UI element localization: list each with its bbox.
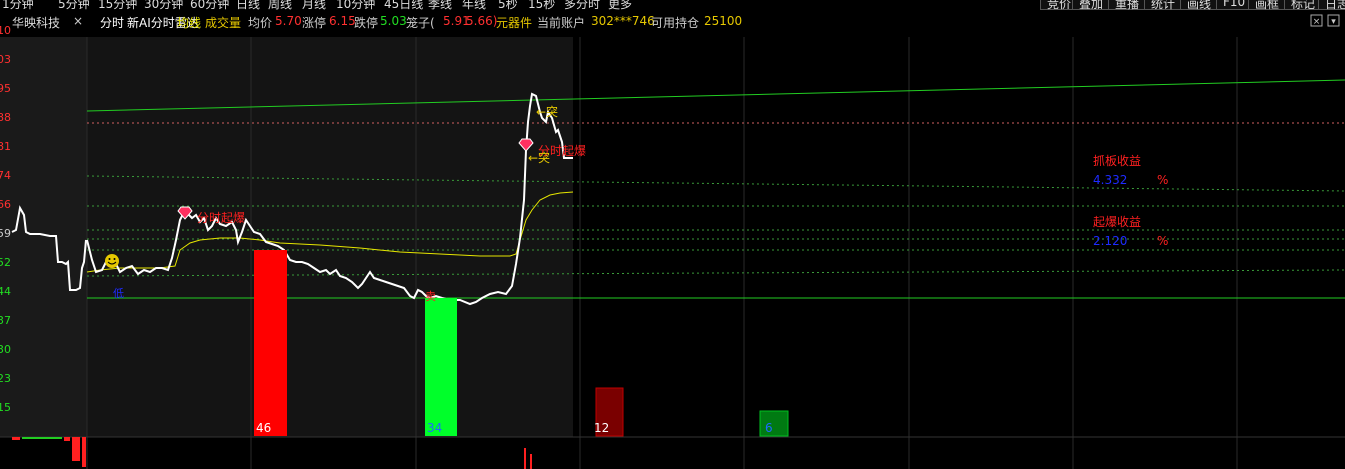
cage-high-value: 5.66) (466, 14, 498, 28)
volume-bar-1 (254, 250, 287, 436)
available-value: 25100 (704, 14, 743, 28)
axis-label: 44 (0, 285, 11, 298)
period-multi-day[interactable]: 多分时 (564, 0, 600, 10)
limit-down-value: 5.03 (380, 14, 407, 28)
left-price-axis: 10 03 95 88 81 74 66 59 52 44 37 30 23 1… (0, 0, 12, 469)
axis-label: 03 (0, 53, 11, 66)
limit-down-label: 跌停 (354, 16, 379, 30)
stats-button[interactable]: 统计 (1144, 0, 1183, 10)
period-60min[interactable]: 60分钟 (190, 0, 229, 10)
axis-label: 95 (0, 82, 11, 95)
stock-name: 华映科技 (12, 16, 61, 30)
axis-label: 10 (0, 24, 11, 37)
available-label: 可用持仓 (651, 16, 700, 30)
sector-label[interactable]: 元器件 (496, 14, 532, 31)
avg-price-label: 均价 (248, 16, 273, 30)
account-label: 当前账户 (537, 16, 586, 30)
close-stock-icon[interactable]: × (73, 14, 83, 28)
axis-label: 88 (0, 111, 11, 124)
chart-header: 华映科技 × 分时 新AI分时雷达 均线 成交量 均价 5.70 涨停 6.15… (0, 12, 1345, 32)
period-30min[interactable]: 30分钟 (144, 0, 183, 10)
limit-up-label: 涨停 (302, 16, 327, 30)
axis-label: 15 (0, 401, 11, 414)
period-10min[interactable]: 10分钟 (336, 0, 375, 10)
cage-label: 笼子( (406, 16, 435, 30)
axis-label: 30 (0, 343, 11, 356)
intraday-chart[interactable]: × ▾ (0, 0, 1345, 469)
f10-button[interactable]: F10 (1216, 0, 1253, 10)
axis-label: 81 (0, 140, 11, 153)
period-year[interactable]: 年线 (462, 0, 486, 10)
avg-price-value: 5.70 (275, 14, 302, 28)
period-15sec[interactable]: 15秒 (528, 0, 555, 10)
period-toolbar: 1分钟 5分钟 15分钟 30分钟 60分钟 日线 周线 月线 10分钟 45日… (0, 0, 1345, 10)
period-5min[interactable]: 5分钟 (58, 0, 90, 10)
mark-button[interactable]: 标记 (1284, 0, 1323, 10)
axis-label: 23 (0, 372, 11, 385)
axis-label: 66 (0, 198, 11, 211)
period-more[interactable]: 更多 (608, 0, 632, 10)
draw-line-button[interactable]: 画线 (1180, 0, 1219, 10)
axis-label: 37 (0, 314, 11, 327)
axis-label: 59 (0, 227, 11, 240)
period-quarter[interactable]: 季线 (428, 0, 452, 10)
smiley-icon (105, 254, 119, 268)
draw-box-button[interactable]: 画框 (1248, 0, 1287, 10)
avg-line-legend: 均线 (177, 16, 202, 30)
volume-bar-4 (759, 410, 789, 437)
axis-label: 52 (0, 256, 11, 269)
account-id: 302***746 (591, 14, 655, 28)
axis-label: 74 (0, 169, 11, 182)
volume-bar-2 (425, 298, 457, 436)
period-day[interactable]: 日线 (236, 0, 260, 10)
replay-button[interactable]: 重播 (1108, 0, 1147, 10)
log-button[interactable]: 日志 (1318, 0, 1345, 10)
volume-legend: 成交量 (205, 16, 242, 30)
period-45day[interactable]: 45日线 (384, 0, 423, 10)
period-5sec[interactable]: 5秒 (498, 0, 518, 10)
volume-bar-3 (595, 387, 624, 437)
overlay-button[interactable]: 叠加 (1072, 0, 1111, 10)
period-15min[interactable]: 15分钟 (98, 0, 137, 10)
period-week[interactable]: 周线 (268, 0, 292, 10)
mode-label: 分时 (100, 16, 125, 30)
current-session-shade (87, 37, 573, 437)
limit-up-value: 6.15 (329, 14, 356, 28)
previous-session-shade (0, 37, 87, 437)
period-month[interactable]: 月线 (302, 0, 326, 10)
